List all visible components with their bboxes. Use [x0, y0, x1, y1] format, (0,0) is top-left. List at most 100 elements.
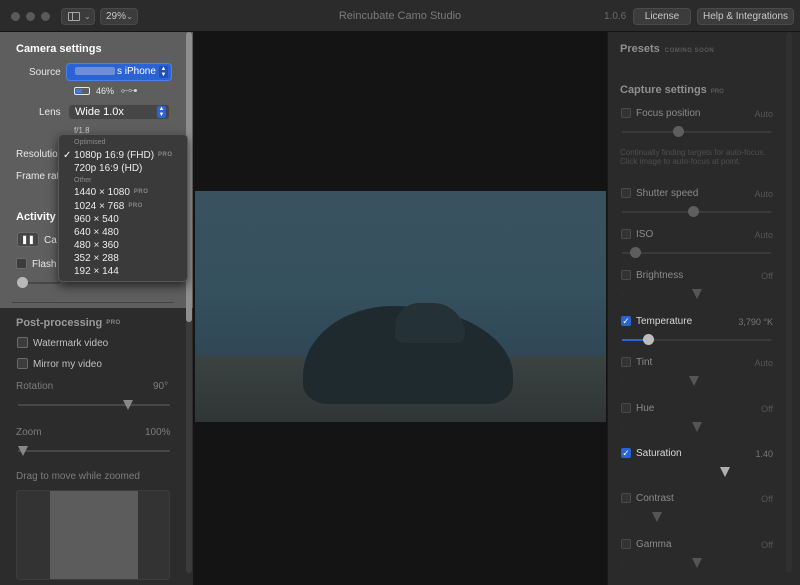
mirror-label: Mirror my video	[33, 359, 102, 370]
iso-value: Auto	[754, 230, 773, 240]
pro-badge: PRO	[133, 189, 149, 196]
menu-item-label: 1024 × 768	[74, 201, 125, 212]
left-panel-scrollbar[interactable]	[186, 32, 192, 573]
hue-value: Off	[761, 404, 773, 414]
pro-badge: PRO	[710, 89, 724, 95]
menu-section-optimised: Optimised	[74, 139, 106, 146]
resolution-menu: Optimised ✓ 1080p 16:9 (FHD) PRO 720p 16:…	[58, 134, 188, 282]
video-preview[interactable]	[193, 32, 607, 585]
source-label: Source	[29, 67, 61, 78]
camera-activity-label: Ca	[44, 235, 57, 246]
menu-item-1080p[interactable]: 1080p 16:9 (FHD) PRO	[74, 150, 173, 161]
checkmark-icon: ✓	[63, 150, 72, 161]
mirror-checkbox[interactable]	[17, 358, 28, 369]
zoom-slider-track[interactable]	[18, 450, 170, 452]
presets-header: Presets COMING SOON	[620, 43, 714, 55]
rotation-slider-knob[interactable]	[123, 400, 133, 410]
iso-checkbox[interactable]	[621, 229, 631, 239]
menu-item-480x360[interactable]: 480 × 360	[74, 240, 119, 251]
zoom-window-button[interactable]	[41, 12, 50, 21]
rotation-value: 90°	[153, 381, 169, 392]
menu-item-192x144[interactable]: 192 × 144	[74, 266, 119, 277]
drag-hint: Drag to move while zoomed	[16, 471, 140, 482]
pause-icon: ❚❚	[21, 235, 35, 244]
gamma-value: Off	[761, 540, 773, 550]
zoom-viewport-indicator[interactable]	[50, 491, 138, 579]
rotation-slider-track[interactable]	[18, 404, 170, 406]
flash-checkbox[interactable]	[16, 258, 27, 269]
gamma-checkbox[interactable]	[621, 539, 631, 549]
brightness-label: Brightness	[636, 270, 684, 281]
right-panel-scrollbar[interactable]	[786, 32, 792, 573]
temperature-value: 3,790 °K	[738, 317, 773, 327]
temperature-checkbox[interactable]: ✓	[621, 316, 631, 326]
shutter-speed-value: Auto	[754, 189, 773, 199]
hue-knob[interactable]	[692, 422, 702, 432]
pro-badge: PRO	[106, 320, 121, 327]
pause-button[interactable]: ❚❚	[17, 232, 39, 247]
source-select[interactable]: s iPhone ▲ ▼	[66, 63, 172, 81]
license-button[interactable]: License	[633, 8, 691, 25]
capture-settings-header: Capture settings PRO	[620, 84, 724, 96]
app-version: 1.0.6	[604, 11, 627, 22]
menu-item-label: 1440 × 1080	[74, 187, 130, 198]
temperature-knob[interactable]	[643, 334, 654, 345]
focus-position-knob[interactable]	[673, 126, 684, 137]
shutter-speed-knob[interactable]	[688, 206, 699, 217]
menu-item-720p[interactable]: 720p 16:9 (HD)	[74, 163, 142, 174]
battery-icon	[74, 87, 90, 95]
zoom-value: 100%	[145, 427, 171, 438]
shutter-speed-checkbox[interactable]	[621, 188, 631, 198]
camera-feed-image[interactable]	[195, 191, 606, 422]
watermark-checkbox[interactable]	[17, 337, 28, 348]
camera-settings-header: Camera settings	[16, 43, 102, 55]
gamma-knob[interactable]	[692, 558, 702, 568]
iso-slider[interactable]	[622, 252, 771, 254]
zoom-position-pad[interactable]	[16, 490, 170, 580]
hue-checkbox[interactable]	[621, 403, 631, 413]
focus-position-checkbox[interactable]	[621, 108, 631, 118]
focus-note: Continually finding targets for auto-foc…	[620, 148, 766, 166]
contrast-value: Off	[761, 494, 773, 504]
iso-knob[interactable]	[630, 247, 641, 258]
focus-position-slider[interactable]	[622, 131, 771, 133]
tint-checkbox[interactable]	[621, 357, 631, 367]
menu-item-1024x768[interactable]: 1024 × 768 PRO	[74, 201, 143, 212]
menu-item-1440x1080[interactable]: 1440 × 1080 PRO	[74, 187, 148, 198]
lens-value: Wide 1.0x	[75, 106, 124, 118]
zoom-level-select[interactable]: 29% ⌄	[100, 8, 138, 25]
contrast-checkbox[interactable]	[621, 493, 631, 503]
menu-item-960x540[interactable]: 960 × 540	[74, 214, 119, 225]
redacted-device-name	[75, 67, 115, 76]
saturation-checkbox[interactable]: ✓	[621, 448, 631, 458]
contrast-knob[interactable]	[652, 512, 662, 522]
help-integrations-button[interactable]: Help & Integrations	[697, 8, 794, 25]
tint-knob[interactable]	[689, 376, 699, 386]
chevron-updown-icon: ▲ ▼	[157, 106, 166, 118]
iso-label: ISO	[636, 229, 654, 240]
sidebar-toggle-button[interactable]: ⌄	[61, 8, 95, 25]
menu-item-352x288[interactable]: 352 × 288	[74, 253, 119, 264]
app-title: Reincubate Camo Studio	[338, 10, 462, 22]
pro-badge: PRO	[158, 152, 173, 159]
saturation-knob[interactable]	[720, 467, 730, 477]
menu-section-other: Other	[74, 177, 92, 184]
close-window-button[interactable]	[11, 12, 20, 21]
focus-position-label: Focus position	[636, 108, 701, 119]
chevron-updown-icon: ▲ ▼	[159, 66, 168, 78]
activity-slider-knob[interactable]	[17, 277, 28, 288]
minimize-window-button[interactable]	[26, 12, 35, 21]
zoom-slider-knob[interactable]	[18, 446, 28, 456]
saturation-slider[interactable]	[622, 471, 771, 473]
sidebar-toggle-icon	[68, 12, 80, 21]
brightness-knob[interactable]	[692, 289, 702, 299]
resolution-label: Resolutio	[16, 149, 58, 160]
contrast-slider[interactable]	[622, 516, 771, 518]
menu-item-640x480[interactable]: 640 × 480	[74, 227, 119, 238]
watermark-label: Watermark video	[33, 338, 109, 349]
brightness-checkbox[interactable]	[621, 270, 631, 280]
saturation-label: Saturation	[636, 448, 682, 459]
gamma-label: Gamma	[636, 539, 672, 550]
lens-select[interactable]: Wide 1.0x ▲ ▼	[68, 104, 170, 120]
title-bar: ⌄ 29% ⌄ Reincubate Camo Studio 1.0.6 Lic…	[0, 0, 800, 32]
